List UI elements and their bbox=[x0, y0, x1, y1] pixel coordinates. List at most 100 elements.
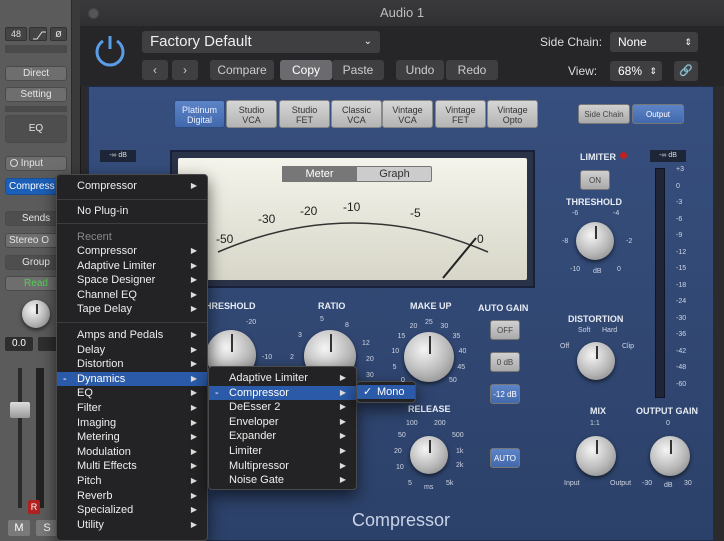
auto-gain-off-button[interactable]: OFF bbox=[490, 320, 520, 340]
arrow-right-icon: ▶ bbox=[190, 432, 197, 442]
side-chain-select[interactable]: None ⇕ bbox=[610, 32, 698, 52]
model-button[interactable]: Vintage VCA bbox=[382, 100, 433, 128]
mix-knob[interactable] bbox=[576, 436, 616, 476]
model-button[interactable]: Vintage FET bbox=[435, 100, 486, 128]
arrow-right-icon: ▶ bbox=[339, 387, 346, 397]
release-tick: 2k bbox=[456, 462, 464, 469]
menu-item-category[interactable]: EQ ▶ bbox=[57, 386, 207, 400]
menu-item-compressor-top[interactable]: Compressor ▶ bbox=[57, 179, 207, 193]
menu-item-category[interactable]: Multi Effects ▶ bbox=[57, 459, 207, 473]
limiter-on-button[interactable]: ON bbox=[580, 170, 610, 190]
output-meter bbox=[655, 168, 665, 398]
gain-value[interactable]: 48 bbox=[5, 27, 27, 41]
menu-item-category[interactable]: - Dynamics ▶ bbox=[57, 371, 207, 386]
arrow-right-icon: ▶ bbox=[190, 446, 197, 456]
auto-gain-0db-button[interactable]: 0 dB bbox=[490, 352, 520, 372]
menu-item-recent[interactable]: Space Designer ▶ bbox=[57, 273, 207, 287]
pan-knob[interactable] bbox=[22, 300, 50, 328]
limiter-threshold-knob[interactable] bbox=[576, 222, 614, 260]
curve-icon[interactable] bbox=[29, 27, 47, 41]
model-line1: Platinum bbox=[181, 105, 217, 115]
model-button[interactable]: Classic VCA bbox=[331, 100, 382, 128]
output-gain-knob[interactable] bbox=[650, 436, 690, 476]
compare-button[interactable]: Compare bbox=[210, 60, 274, 80]
direct-button[interactable]: Direct bbox=[5, 66, 67, 81]
model-button[interactable]: Vintage Opto bbox=[487, 100, 538, 128]
menu-item-recent[interactable]: Tape Delay ▶ bbox=[57, 302, 207, 316]
tick: -4 bbox=[613, 210, 620, 217]
output-tab[interactable]: Output bbox=[632, 104, 684, 124]
menu-item-category[interactable]: Distortion ▶ bbox=[57, 357, 207, 371]
menu-item-dynamics[interactable]: DeEsser 2 ▶ bbox=[209, 400, 356, 414]
menu-item-category[interactable]: Amps and Pedals ▶ bbox=[57, 328, 207, 342]
menu-item-dynamics[interactable]: Enveloper ▶ bbox=[209, 415, 356, 429]
menu-item-category[interactable]: Metering ▶ bbox=[57, 430, 207, 444]
menu-item-recent[interactable]: Adaptive Limiter ▶ bbox=[57, 259, 207, 273]
menu-item-dynamics[interactable]: Expander ▶ bbox=[209, 429, 356, 443]
side-chain-value: None bbox=[618, 35, 647, 49]
arrow-right-icon: ▶ bbox=[190, 289, 197, 299]
redo-button[interactable]: Redo bbox=[446, 60, 498, 80]
menu-item-category[interactable]: Imaging ▶ bbox=[57, 416, 207, 430]
menu-item-category[interactable]: Pitch ▶ bbox=[57, 474, 207, 488]
tick: -6 bbox=[572, 210, 579, 217]
scale-label: -20 bbox=[300, 204, 318, 218]
tick: -20 bbox=[246, 319, 257, 326]
phase-icon[interactable]: ø bbox=[50, 27, 67, 41]
release-tick: 1k bbox=[456, 448, 464, 455]
menu-label: Delay bbox=[77, 343, 106, 356]
link-icon[interactable]: 🔗 bbox=[674, 61, 698, 81]
menu-item-recent[interactable]: Channel EQ ▶ bbox=[57, 288, 207, 302]
menu-item-category[interactable]: Delay ▶ bbox=[57, 343, 207, 357]
close-icon[interactable] bbox=[88, 8, 99, 19]
menu-label: Distortion bbox=[77, 358, 124, 371]
auto-release-button[interactable]: AUTO bbox=[490, 448, 520, 468]
tick: 30 bbox=[366, 372, 374, 379]
setting-button[interactable]: Setting bbox=[5, 87, 67, 102]
view-zoom-select[interactable]: 68% ⇕ bbox=[610, 61, 662, 81]
solo-button[interactable]: S bbox=[36, 520, 58, 536]
menu-item-category[interactable]: Filter ▶ bbox=[57, 401, 207, 415]
record-button[interactable]: R bbox=[28, 500, 40, 514]
undo-button[interactable]: Undo bbox=[396, 60, 444, 80]
menu-item-dynamics[interactable]: - Compressor ▶ bbox=[209, 385, 356, 400]
menu-item-dynamics[interactable]: Noise Gate ▶ bbox=[209, 473, 356, 487]
menu-label: Noise Gate bbox=[229, 474, 285, 487]
menu-item-category[interactable]: Modulation ▶ bbox=[57, 445, 207, 459]
mute-button[interactable]: M bbox=[8, 520, 30, 536]
makeup-knob[interactable] bbox=[404, 332, 454, 382]
prev-preset-button[interactable]: ‹ bbox=[142, 60, 168, 80]
menu-item-dynamics[interactable]: Limiter ▶ bbox=[209, 444, 356, 458]
menu-item-dynamics[interactable]: Adaptive Limiter ▶ bbox=[209, 371, 356, 385]
paste-button[interactable]: Paste bbox=[332, 60, 384, 80]
input-button[interactable]: Input bbox=[5, 156, 67, 171]
tick: Soft bbox=[578, 327, 591, 334]
side-chain-tab[interactable]: Side Chain bbox=[578, 104, 630, 124]
vu-meter: Meter Graph -50 -30 -20 -10 -5 0 bbox=[170, 150, 535, 288]
menu-item-dynamics[interactable]: Multipressor ▶ bbox=[209, 459, 356, 473]
next-preset-button[interactable]: › bbox=[172, 60, 198, 80]
menu-item-category[interactable]: Reverb ▶ bbox=[57, 489, 207, 503]
model-line1: Vintage bbox=[392, 105, 423, 115]
menu-item-category[interactable]: Specialized ▶ bbox=[57, 503, 207, 517]
menu-item-recent[interactable]: Compressor ▶ bbox=[57, 244, 207, 258]
distortion-knob[interactable] bbox=[577, 342, 615, 380]
makeup-tick: 20 bbox=[409, 322, 418, 330]
auto-gain-12db-button[interactable]: -12 dB bbox=[490, 384, 520, 404]
copy-button[interactable]: Copy bbox=[280, 60, 332, 80]
power-icon[interactable] bbox=[92, 32, 128, 68]
tick: Off bbox=[560, 343, 570, 350]
model-button[interactable]: Platinum Digital bbox=[174, 100, 225, 128]
model-button[interactable]: Studio VCA bbox=[226, 100, 277, 128]
menu-item-category[interactable]: Utility ▶ bbox=[57, 518, 207, 532]
model-button[interactable]: Studio FET bbox=[279, 100, 330, 128]
input-level-readout: -∞ dB bbox=[100, 150, 136, 162]
menu-item-no-plugin[interactable]: No Plug-in bbox=[57, 204, 207, 218]
preset-dropdown[interactable]: Factory Default ⌄ bbox=[142, 31, 380, 53]
eq-button[interactable]: EQ bbox=[5, 115, 67, 143]
menu-label: Channel EQ bbox=[77, 288, 137, 301]
makeup-tick: 15 bbox=[397, 333, 406, 340]
menu-item-mono[interactable]: ✓ Mono bbox=[357, 385, 415, 399]
release-knob[interactable] bbox=[410, 436, 448, 474]
volume-fader-handle[interactable] bbox=[10, 402, 30, 418]
